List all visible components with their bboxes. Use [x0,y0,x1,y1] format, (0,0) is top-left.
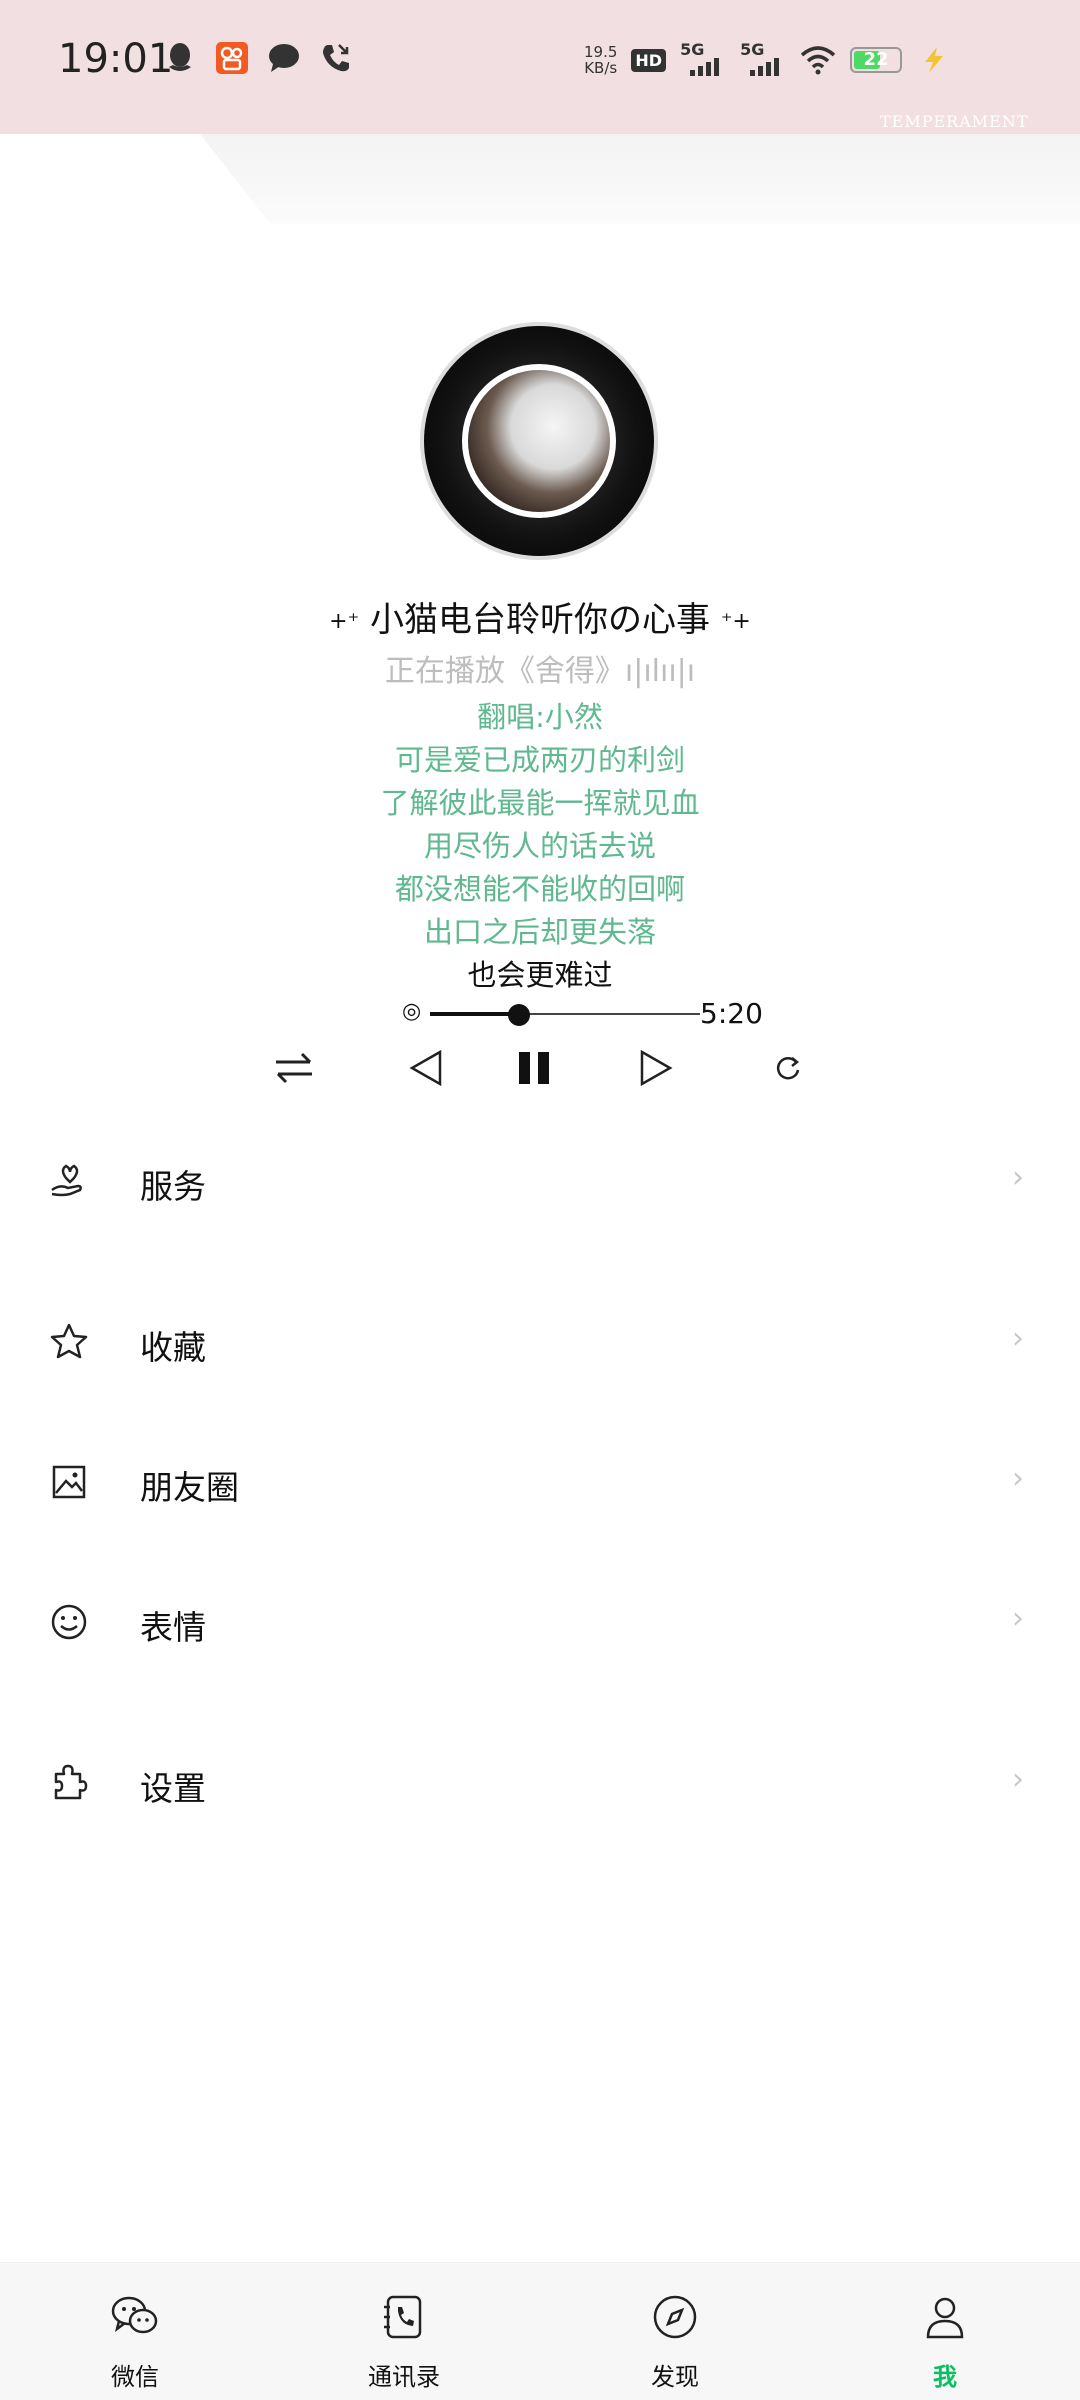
tab-label: 发现 [651,2363,699,2391]
notification-icons [162,40,354,76]
playback-controls [0,1038,1080,1098]
chevron-right-icon: › [1012,1762,1024,1797]
chevron-right-icon: › [1012,1321,1024,1356]
menu-item-settings[interactable]: 设置 › [0,1732,1080,1832]
menu-item-moments[interactable]: 朋友圈 › [0,1431,1080,1531]
image-icon [48,1461,90,1503]
menu-label: 表情 [140,1608,206,1647]
lyric-line: 出口之后却更失落 [423,915,656,949]
watermark-text: TEMPERAMENT [880,112,1029,131]
service-icon [48,1160,90,1202]
tab-label: 通讯录 [368,2363,440,2391]
signal-sim2-icon: 5G [740,40,786,78]
pause-button[interactable] [504,1038,564,1098]
smile-icon [48,1601,90,1643]
lyric-line: 可是爱已成两刃的利剑 [394,743,685,777]
menu-label: 设置 [140,1769,206,1808]
tab-label: 我 [933,2363,957,2391]
bottom-navigation: 微信 通讯录 发现 我 [0,2262,1080,2400]
hd-badge: HD [631,48,667,72]
menu-label: 朋友圈 [140,1468,239,1507]
repeat-mode-button[interactable] [264,1038,324,1098]
next-button[interactable] [626,1038,686,1098]
menu-label: 服务 [140,1167,206,1206]
lyric-line: 都没想能不能收的回啊 [394,872,685,906]
me-icon [919,2291,971,2343]
battery-indicator: 22 [850,47,903,73]
network-speed: 19.5 KB/s [584,43,618,77]
tab-contacts[interactable]: 通讯录 [334,2263,474,2400]
chevron-right-icon: › [1012,1601,1024,1636]
refresh-icon[interactable] [758,1038,818,1098]
playback-progress[interactable]: ◎ 5:20 [402,997,772,1030]
message-icon [266,40,302,76]
lyric-line: 了解彼此最能一挥就见血 [380,786,700,820]
puzzle-icon [48,1762,90,1804]
tab-discover[interactable]: 发现 [605,2263,745,2400]
star-icon [48,1321,90,1363]
menu-item-stickers[interactable]: 表情 › [0,1571,1080,1671]
qq-icon [162,40,198,76]
menu-item-service[interactable]: 服务 › [0,1130,1080,1230]
progress-knob[interactable] [508,1004,531,1026]
now-playing-text: 正在播放《舍得》ı|ılıı|ı [384,654,696,689]
chevron-right-icon: › [1012,1461,1024,1496]
kuaishou-icon [214,40,250,76]
duration-text: 5:20 [700,997,763,1030]
album-disc[interactable] [424,326,654,556]
charging-icon [916,42,952,78]
sparkle-right-icon: ⁺+ [720,609,751,634]
wifi-icon [800,42,836,78]
chevron-right-icon: › [1012,1160,1024,1195]
menu-label: 收藏 [140,1328,206,1367]
status-bar: 19:01 19.5 KB/s HD 5G 5G 22 TEMPERAMENT [0,0,1080,134]
menu-item-favorites[interactable]: 收藏 › [0,1291,1080,1391]
tab-chats[interactable]: 微信 [65,2263,205,2400]
tab-label: 微信 [111,2363,159,2391]
progress-start-icon: ◎ [402,999,422,1024]
album-cover-image [462,364,616,518]
lyric-line: 翻唱:小然 [477,700,603,734]
current-lyric-line: 也会更难过 [467,958,613,992]
decorative-slant [200,134,1080,224]
tab-me[interactable]: 我 [875,2263,1015,2400]
status-time: 19:01 [58,36,174,82]
signal-sim1-icon: 5G [680,40,726,78]
lyric-line: 用尽伤人的话去说 [423,829,656,863]
previous-button[interactable] [396,1038,456,1098]
progress-played [430,1012,520,1016]
sparkle-left-icon: +⁺ [329,609,360,634]
contacts-icon [378,2291,430,2343]
missed-call-icon [318,40,354,76]
radio-title: +⁺ 小猫电台聆听你の心事 ⁺+ [329,600,751,640]
system-icons: 19.5 KB/s HD 5G 5G 22 [584,40,952,78]
chat-icon [109,2291,161,2343]
compass-icon [649,2291,701,2343]
